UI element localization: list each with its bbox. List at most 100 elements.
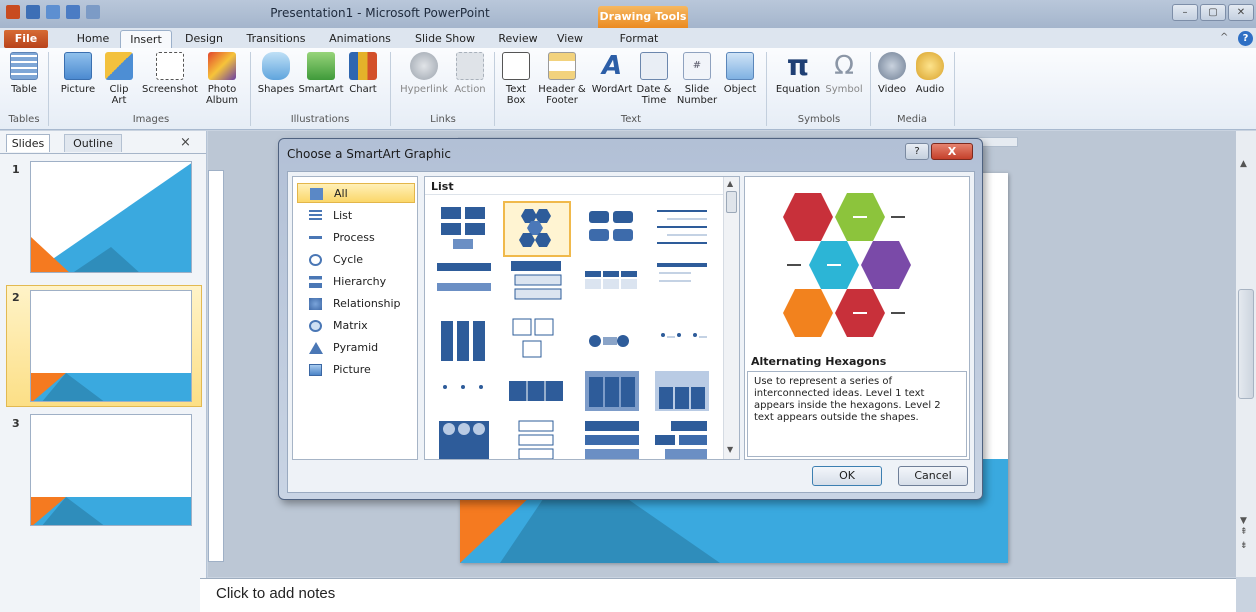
- smartart-layout-item[interactable]: [651, 367, 713, 419]
- text-box-button[interactable]: Text Box: [500, 52, 532, 114]
- minimize-ribbon-icon[interactable]: ^: [1220, 32, 1232, 44]
- previous-slide-icon[interactable]: ⇞: [1240, 527, 1248, 537]
- smartart-layout-item[interactable]: [433, 367, 495, 419]
- category-picture[interactable]: Picture: [297, 360, 415, 380]
- close-panel-icon[interactable]: ×: [180, 135, 191, 150]
- vertical-scrollbar[interactable]: ▲ ▼ ⇞ ⇟: [1236, 131, 1256, 577]
- smartart-layout-item[interactable]: [433, 315, 495, 367]
- tab-transitions[interactable]: Transitions: [240, 30, 312, 48]
- category-list-item[interactable]: List: [297, 206, 415, 226]
- gallery-scroll-down-icon[interactable]: ▼: [727, 445, 733, 454]
- smartart-layout-item[interactable]: [581, 315, 643, 367]
- tab-slides[interactable]: Slides: [6, 134, 50, 152]
- audio-button[interactable]: Audio: [912, 52, 948, 114]
- category-pyramid[interactable]: Pyramid: [297, 338, 415, 358]
- dialog-help-button[interactable]: ?: [905, 143, 929, 160]
- gallery-header: List: [425, 177, 723, 195]
- smartart-layout-item[interactable]: [505, 259, 567, 311]
- tab-home[interactable]: Home: [72, 30, 114, 48]
- gallery-scroll-thumb[interactable]: [726, 191, 737, 213]
- cancel-button[interactable]: Cancel: [898, 466, 968, 486]
- smartart-layout-item[interactable]: [433, 203, 495, 255]
- category-matrix[interactable]: Matrix: [297, 316, 415, 336]
- scroll-up-icon[interactable]: ▲: [1240, 159, 1247, 169]
- slide-thumbnail-1[interactable]: [30, 161, 192, 273]
- table-button[interactable]: Table: [6, 52, 42, 114]
- slide-1-graphic: [31, 163, 191, 272]
- smartart-layout-item[interactable]: [651, 259, 713, 311]
- group-symbols-label: Symbols: [797, 114, 841, 125]
- photo-album-button[interactable]: Photo Album: [202, 52, 242, 114]
- film-reel-icon: [878, 52, 906, 80]
- category-hierarchy[interactable]: Hierarchy: [297, 272, 415, 292]
- smartart-layout-item[interactable]: [505, 315, 567, 367]
- tab-file[interactable]: File: [4, 30, 48, 48]
- smartart-dialog: Choose a SmartArt Graphic ? X All List P…: [278, 138, 983, 500]
- smartart-layout-item[interactable]: [651, 315, 713, 367]
- group-separator: [954, 52, 955, 126]
- hyperlink-button[interactable]: Hyperlink: [396, 52, 452, 114]
- scroll-thumb[interactable]: [1238, 289, 1254, 399]
- minimize-button[interactable]: –: [1172, 4, 1198, 21]
- tab-outline[interactable]: Outline: [64, 134, 122, 152]
- smartart-layout-item[interactable]: [433, 259, 495, 311]
- shapes-button[interactable]: Shapes: [256, 52, 296, 114]
- group-separator: [870, 52, 871, 126]
- smartart-layout-item[interactable]: [581, 203, 643, 255]
- gallery-scroll-up-icon[interactable]: ▲: [727, 179, 733, 188]
- picture-button[interactable]: Picture: [56, 52, 100, 114]
- smartart-layout-item[interactable]: [581, 367, 643, 419]
- ribbon-tabs: File Home Insert Design Transitions Anim…: [0, 28, 1256, 48]
- video-button[interactable]: Video: [874, 52, 910, 114]
- slide-thumbnail-2[interactable]: [30, 290, 192, 402]
- header-footer-button[interactable]: Header & Footer: [536, 52, 588, 114]
- category-process[interactable]: Process: [297, 228, 415, 248]
- help-icon[interactable]: ?: [1238, 31, 1253, 46]
- smartart-layout-item[interactable]: [581, 259, 643, 311]
- smartart-layout-item[interactable]: [505, 367, 567, 419]
- maximize-button[interactable]: ▢: [1200, 4, 1226, 21]
- chart-button[interactable]: Chart: [346, 52, 380, 114]
- category-relationship[interactable]: Relationship: [297, 294, 415, 314]
- wordart-button[interactable]: A WordArt: [590, 52, 634, 114]
- gallery-scrollbar[interactable]: ▲ ▼: [723, 177, 739, 459]
- close-window-button[interactable]: ✕: [1228, 4, 1254, 21]
- tab-animations[interactable]: Animations: [324, 30, 396, 48]
- tab-view[interactable]: View: [550, 30, 590, 48]
- ok-button[interactable]: OK: [812, 466, 882, 486]
- date-time-button[interactable]: Date & Time: [636, 52, 672, 114]
- group-media-label: Media: [896, 114, 928, 125]
- panel-divider: [0, 153, 206, 154]
- smartart-layout-item[interactable]: [505, 417, 567, 459]
- notes-pane[interactable]: Click to add notes: [200, 578, 1236, 612]
- tab-slide-show[interactable]: Slide Show: [408, 30, 482, 48]
- action-button[interactable]: Action: [452, 52, 488, 114]
- object-button[interactable]: Object: [722, 52, 758, 114]
- slide-thumbnail-3[interactable]: [30, 414, 192, 526]
- slide-number: 2: [12, 291, 20, 304]
- slide-number-button[interactable]: # Slide Number: [676, 52, 718, 114]
- tab-insert[interactable]: Insert: [120, 30, 172, 48]
- title-bar: Presentation1 - Microsoft PowerPoint Dra…: [0, 0, 1256, 28]
- dialog-close-button[interactable]: X: [931, 143, 973, 160]
- group-illustrations-label: Illustrations: [290, 114, 350, 125]
- screenshot-icon: [156, 52, 184, 80]
- tab-format[interactable]: Format: [612, 30, 666, 48]
- equation-button[interactable]: π Equation: [772, 52, 824, 114]
- object-icon: [726, 52, 754, 80]
- category-all[interactable]: All: [297, 183, 415, 203]
- alternating-hexagons-item[interactable]: [503, 201, 571, 257]
- next-slide-icon[interactable]: ⇟: [1240, 541, 1248, 551]
- clip-art-button[interactable]: Clip Art: [104, 52, 134, 114]
- tab-review[interactable]: Review: [494, 30, 542, 48]
- smartart-layout-item[interactable]: [651, 417, 713, 459]
- smartart-layout-item[interactable]: [651, 203, 713, 255]
- category-cycle[interactable]: Cycle: [297, 250, 415, 270]
- smartart-layout-item[interactable]: [581, 417, 643, 459]
- tab-design[interactable]: Design: [180, 30, 228, 48]
- symbol-button[interactable]: Ω Symbol: [824, 52, 864, 114]
- smartart-layout-item[interactable]: [433, 417, 495, 459]
- smartart-button[interactable]: SmartArt: [298, 52, 344, 114]
- screenshot-button[interactable]: Screenshot: [140, 52, 200, 114]
- scroll-down-icon[interactable]: ▼: [1240, 516, 1247, 526]
